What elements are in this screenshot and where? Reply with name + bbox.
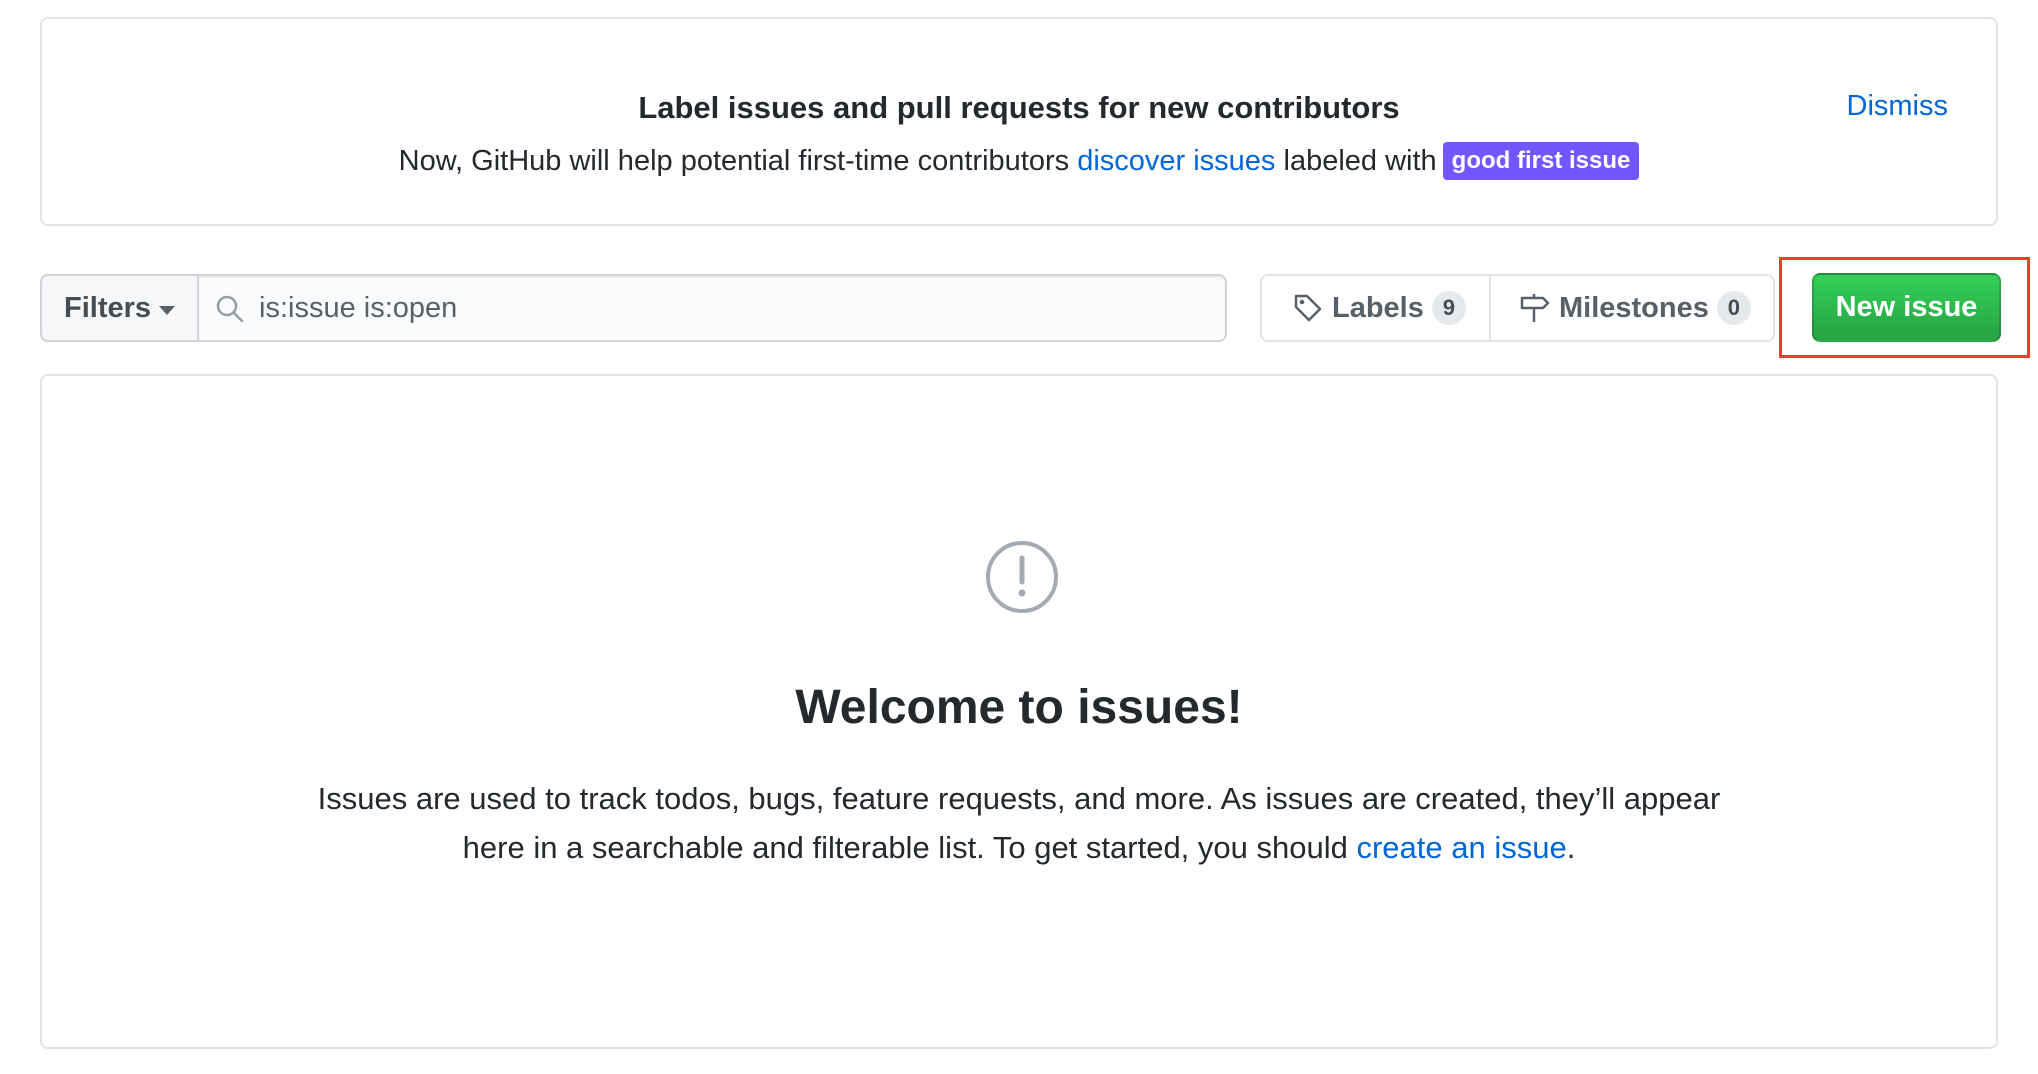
labels-milestones-nav: Labels 9 Milestones 0 bbox=[1260, 274, 1775, 342]
labels-count: 9 bbox=[1431, 291, 1466, 325]
labels-label: Labels bbox=[1332, 291, 1424, 324]
milestones-count: 0 bbox=[1716, 291, 1751, 325]
banner-title: Label issues and pull requests for new c… bbox=[638, 90, 1400, 125]
search-icon bbox=[216, 295, 244, 323]
empty-state-text-after: . bbox=[1566, 830, 1576, 865]
good-first-issue-label: good first issue bbox=[1442, 142, 1640, 180]
banner-text-before: Now, GitHub will help potential first-ti… bbox=[398, 145, 1078, 177]
filters-button[interactable]: Filters bbox=[40, 274, 197, 342]
milestones-label: Milestones bbox=[1559, 291, 1709, 324]
create-issue-link[interactable]: create an issue bbox=[1356, 830, 1566, 865]
issues-page: Label issues and pull requests for new c… bbox=[0, 0, 2038, 1074]
empty-state-description: Issues are used to track todos, bugs, fe… bbox=[42, 774, 1996, 872]
new-contributors-banner: Label issues and pull requests for new c… bbox=[40, 17, 1998, 226]
empty-state-panel: Welcome to issues! Issues are used to tr… bbox=[40, 374, 1998, 1049]
empty-state-line-2: here in a searchable and filterable list… bbox=[42, 823, 1996, 872]
empty-state-title: Welcome to issues! bbox=[795, 681, 1243, 734]
discover-issues-link[interactable]: discover issues bbox=[1077, 145, 1275, 177]
search-container bbox=[197, 274, 1227, 342]
milestone-icon bbox=[1520, 294, 1550, 322]
empty-state-line-1: Issues are used to track todos, bugs, fe… bbox=[317, 781, 1721, 816]
filters-label: Filters bbox=[63, 291, 152, 324]
issue-opened-icon bbox=[986, 541, 1058, 613]
new-issue-button[interactable]: New issue bbox=[1812, 273, 2001, 342]
labels-tab[interactable]: Labels 9 bbox=[1262, 276, 1491, 340]
caret-down-icon bbox=[159, 305, 176, 315]
search-input[interactable] bbox=[259, 276, 1209, 340]
dismiss-link[interactable]: Dismiss bbox=[1847, 90, 1949, 123]
banner-text-after: labeled with bbox=[1275, 145, 1437, 177]
banner-description: Now, GitHub will help potential first-ti… bbox=[42, 142, 1996, 180]
tag-icon bbox=[1294, 294, 1322, 322]
milestones-tab[interactable]: Milestones 0 bbox=[1491, 276, 1773, 340]
empty-state-text-before: here in a searchable and filterable list… bbox=[462, 830, 1357, 865]
